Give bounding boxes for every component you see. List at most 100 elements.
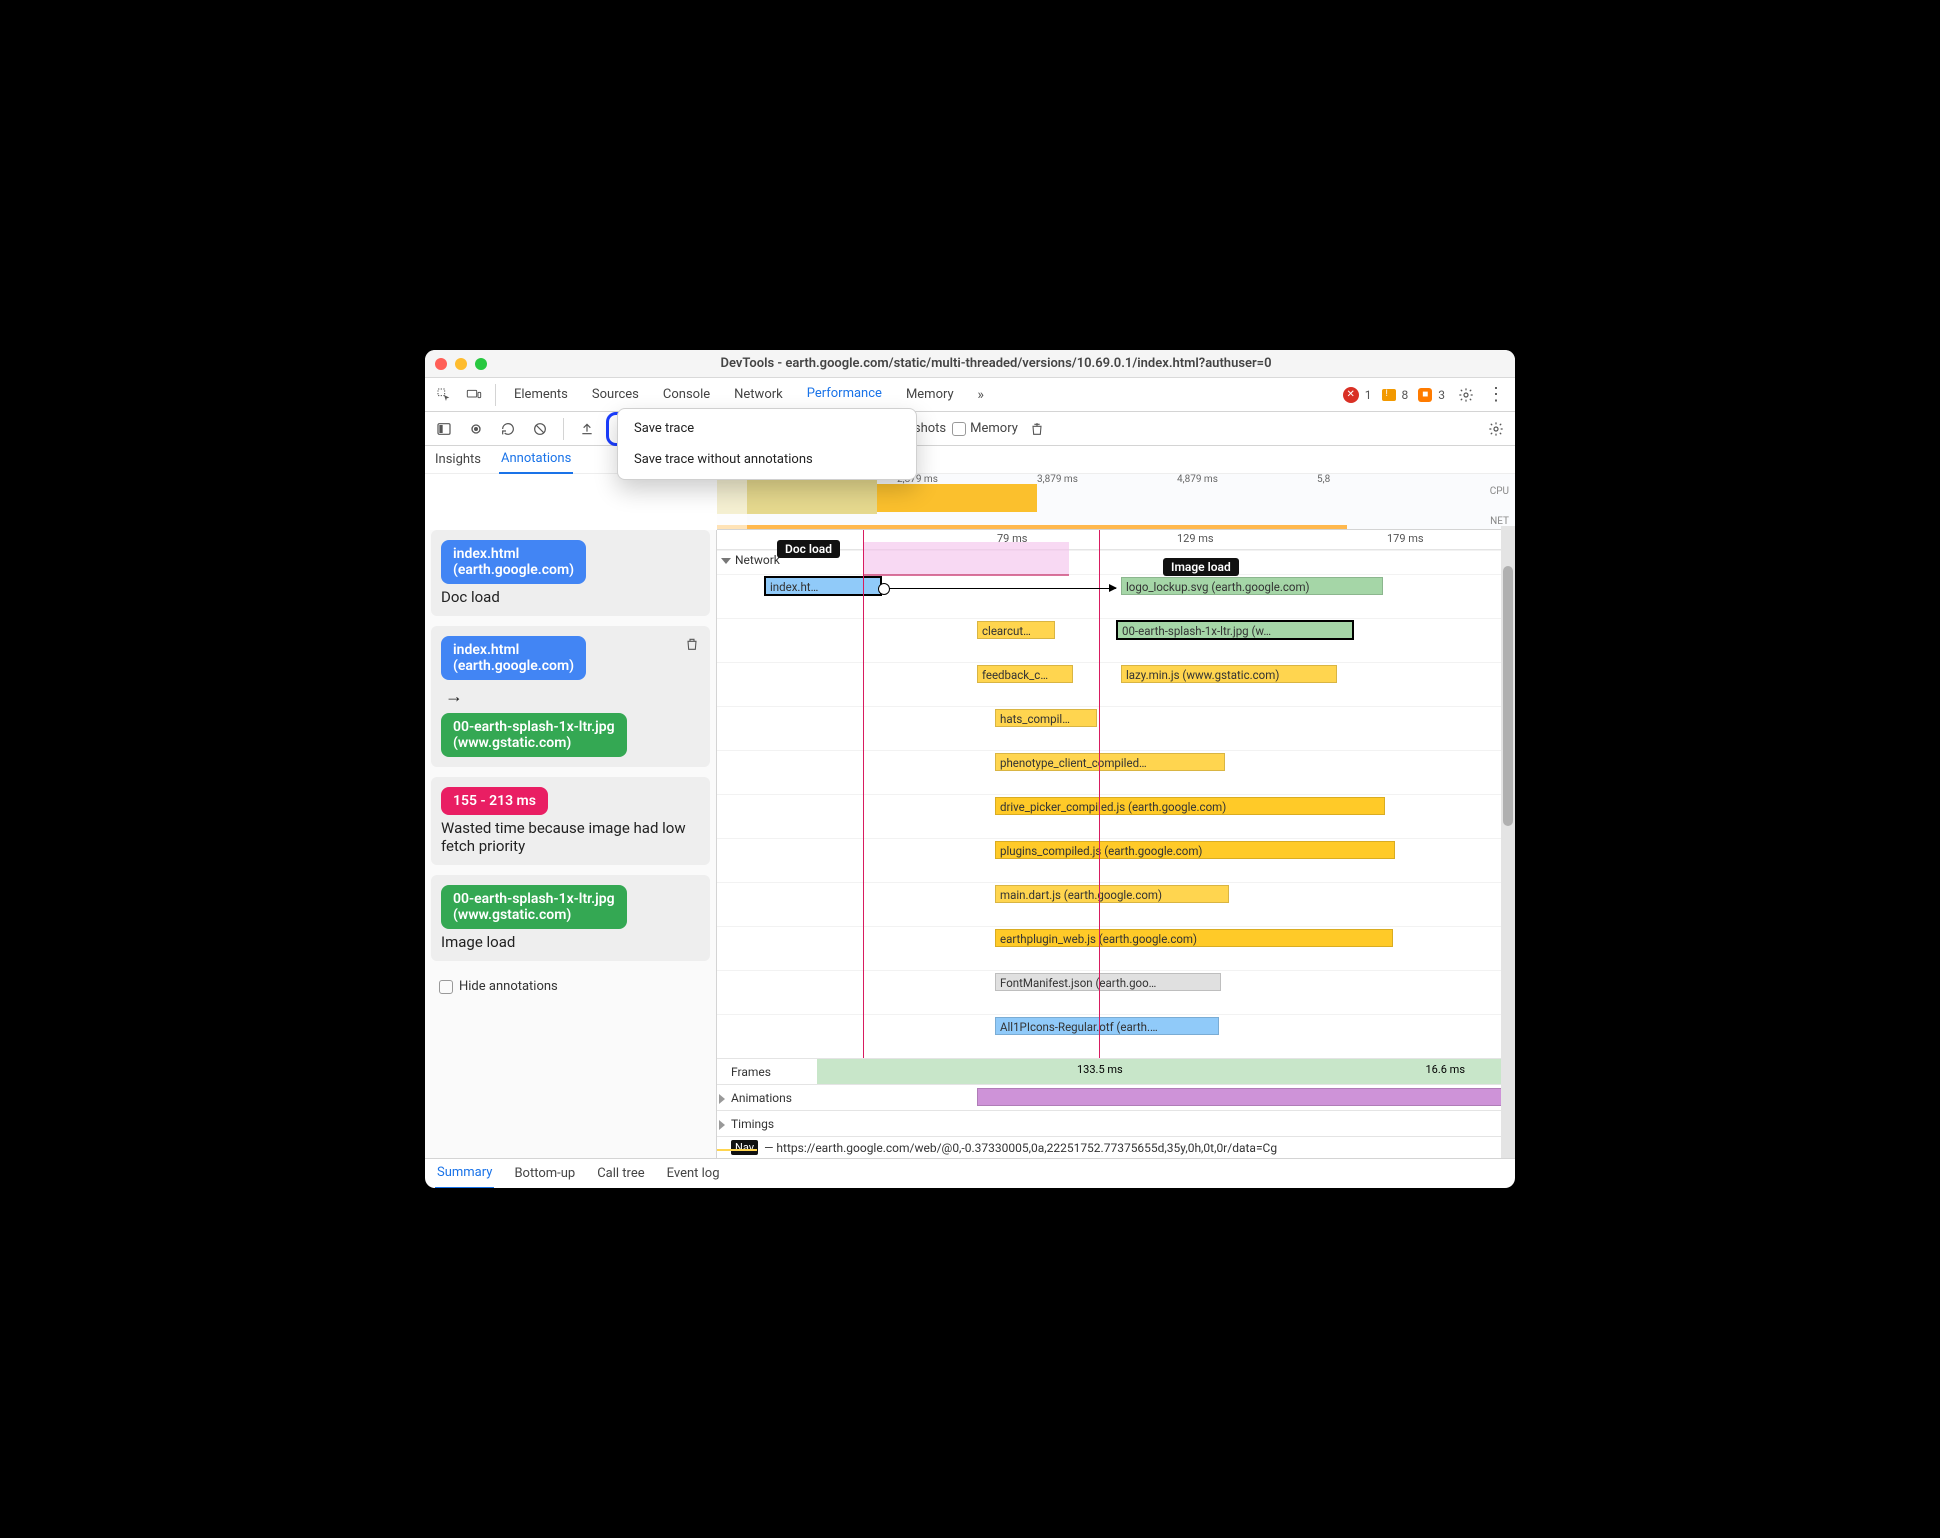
overview-tick: 5,8	[1317, 474, 1330, 485]
region-start-line	[863, 530, 864, 1098]
annotations-panel: index.html(earth.google.com) Doc load in…	[425, 530, 717, 1158]
annotation-card-imageload[interactable]: 00-earth-splash-1x-ltr.jpg(www.gstatic.c…	[431, 875, 710, 961]
tab-summary[interactable]: Summary	[435, 1159, 494, 1189]
network-bar[interactable]: feedback_c…	[977, 665, 1073, 683]
dependency-arrow	[884, 588, 1116, 589]
annotation-card-link[interactable]: index.html(earth.google.com) → 00-earth-…	[431, 626, 710, 767]
flame-chart[interactable]: 79 ms 129 ms 179 ms Wasted time because …	[717, 530, 1515, 1158]
tab-memory[interactable]: Memory	[896, 378, 964, 412]
overview-tick: 3,879 ms	[1037, 474, 1078, 485]
annotation-card-wasted[interactable]: 155 - 213 ms Wasted time because image h…	[431, 777, 710, 865]
network-bar[interactable]: earthplugin_web.js (earth.google.com)	[995, 929, 1393, 947]
reload-record-icon[interactable]	[495, 416, 521, 442]
record-icon[interactable]	[463, 416, 489, 442]
arrow-right-icon: →	[441, 686, 700, 707]
minimize-icon[interactable]	[455, 358, 467, 370]
bottom-tracks: Frames 133.5 ms 16.6 ms Animations Timin…	[717, 1058, 1515, 1158]
timings-row[interactable]: Timings	[717, 1110, 1515, 1136]
file-pill-from: index.html(earth.google.com)	[441, 636, 586, 680]
doc-load-chip: Doc load	[777, 540, 840, 558]
tab-call-tree[interactable]: Call tree	[595, 1159, 646, 1189]
settings-small-icon[interactable]	[1483, 416, 1509, 442]
network-bar[interactable]: hats_compil…	[995, 709, 1097, 727]
delete-icon[interactable]	[684, 636, 700, 652]
network-bar[interactable]: 00-earth-splash-1x-ltr.jpg (w…	[1117, 621, 1353, 639]
vertical-scrollbar[interactable]	[1501, 526, 1515, 1158]
nav-marker	[717, 1149, 757, 1151]
save-trace-menu: Save trace Save trace without annotation…	[617, 408, 917, 480]
insights-tabs: Insights Annotations	[425, 446, 1515, 474]
network-bar[interactable]: main.dart.js (earth.google.com)	[995, 885, 1229, 903]
gc-icon[interactable]	[1024, 416, 1050, 442]
animations-row[interactable]: Animations	[717, 1084, 1515, 1110]
more-tabs-icon[interactable]: »	[968, 382, 994, 408]
divider	[495, 384, 496, 406]
devtools-window: DevTools - earth.google.com/static/multi…	[425, 350, 1515, 1188]
settings-icon[interactable]	[1453, 382, 1479, 408]
network-bar[interactable]: phenotype_client_compiled…	[995, 753, 1225, 771]
toggle-side-icon[interactable]	[431, 416, 457, 442]
timeline-overview[interactable]: 2,879 ms 3,879 ms 4,879 ms 5,8 CPU NET	[717, 474, 1515, 530]
panel-tabs: Elements Sources Console Network Perform…	[425, 378, 1515, 412]
details-tabs: Summary Bottom-up Call tree Event log	[425, 1158, 1515, 1188]
track-label-network: Network	[735, 553, 780, 567]
time-pill: 155 - 213 ms	[441, 787, 548, 815]
tab-elements[interactable]: Elements	[504, 378, 578, 412]
upload-trace-icon[interactable]	[574, 416, 600, 442]
tab-sources[interactable]: Sources	[582, 378, 649, 412]
menu-save-without-annotations[interactable]: Save trace without annotations	[618, 444, 916, 475]
checkbox-icon	[952, 422, 966, 436]
network-bar[interactable]: plugins_compiled.js (earth.google.com)	[995, 841, 1395, 859]
tab-network[interactable]: Network	[724, 378, 793, 412]
network-bar[interactable]: logo_lockup.svg (earth.google.com)	[1121, 577, 1383, 595]
divider	[563, 418, 564, 440]
annotation-label: Image load	[441, 933, 700, 951]
network-bar[interactable]: All1PIcons-Regular.otf (earth.…	[995, 1017, 1219, 1035]
network-bar[interactable]: clearcut…	[977, 621, 1055, 639]
main-area: index.html(earth.google.com) Doc load in…	[425, 530, 1515, 1158]
subtab-insights[interactable]: Insights	[433, 446, 483, 474]
maximize-icon[interactable]	[475, 358, 487, 370]
warnings-count: 8	[1402, 388, 1409, 402]
file-pill: index.html(earth.google.com)	[441, 540, 586, 584]
frame-time-1: 133.5 ms	[1077, 1063, 1123, 1076]
tab-performance[interactable]: Performance	[797, 378, 892, 412]
window-title: DevTools - earth.google.com/static/multi…	[487, 356, 1505, 371]
tab-event-log[interactable]: Event log	[665, 1159, 722, 1189]
errors-count: 1	[1365, 388, 1372, 402]
kebab-icon[interactable]: ⋮	[1483, 382, 1509, 408]
network-bar[interactable]: lazy.min.js (www.gstatic.com)	[1121, 665, 1337, 683]
close-icon[interactable]	[435, 358, 447, 370]
clear-icon[interactable]	[527, 416, 553, 442]
annotation-text: Wasted time because image had low fetch …	[441, 819, 700, 855]
device-icon[interactable]	[461, 382, 487, 408]
hide-annotations-toggle[interactable]: Hide annotations	[431, 971, 710, 1002]
image-load-chip: Image load	[1163, 558, 1239, 576]
file-pill: 00-earth-splash-1x-ltr.jpg(www.gstatic.c…	[441, 885, 627, 929]
disclosure-icon[interactable]	[721, 558, 731, 564]
region-end-line	[1099, 530, 1100, 1098]
warning-badge-icon	[1382, 389, 1396, 401]
ruler-tick: 179 ms	[1387, 532, 1424, 545]
memory-toggle[interactable]: Memory	[952, 421, 1018, 436]
frames-row[interactable]: Frames 133.5 ms 16.6 ms	[717, 1058, 1515, 1084]
network-bar[interactable]: drive_picker_compiled.js (earth.google.c…	[995, 797, 1385, 815]
checkbox-icon	[439, 980, 453, 994]
frame-time-2: 16.6 ms	[1426, 1063, 1466, 1076]
issues-count: 3	[1438, 388, 1445, 402]
network-bar[interactable]: FontManifest.json (earth.goo…	[995, 973, 1221, 991]
traffic-lights	[435, 358, 487, 370]
menu-save-trace[interactable]: Save trace	[618, 413, 916, 444]
tab-bottom-up[interactable]: Bottom-up	[512, 1159, 577, 1189]
annotation-card-docload[interactable]: index.html(earth.google.com) Doc load	[431, 530, 710, 616]
subtab-annotations[interactable]: Annotations	[499, 446, 573, 474]
overview-tick: 4,879 ms	[1177, 474, 1218, 485]
tab-console[interactable]: Console	[653, 378, 720, 412]
ruler-tick: 129 ms	[1177, 532, 1214, 545]
nav-chip: Nav	[731, 1140, 758, 1155]
problem-badges[interactable]: ✕1 8 ■3	[1343, 387, 1449, 403]
inspect-icon[interactable]	[431, 382, 457, 408]
scroll-thumb[interactable]	[1503, 566, 1513, 826]
nav-row[interactable]: Nav — https://earth.google.com/web/@0,-0…	[717, 1136, 1515, 1158]
file-pill-to: 00-earth-splash-1x-ltr.jpg(www.gstatic.c…	[441, 713, 627, 757]
